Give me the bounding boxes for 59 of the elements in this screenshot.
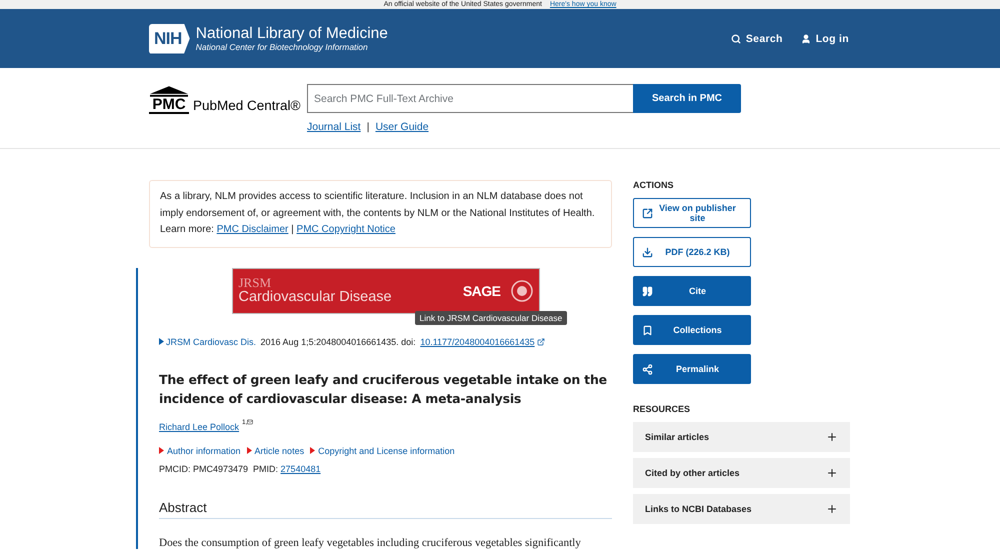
quote-icon bbox=[642, 286, 653, 296]
login-link[interactable]: Log in bbox=[800, 32, 849, 44]
action-button[interactable]: Collections bbox=[633, 315, 751, 345]
pmc-logo[interactable]: PMC bbox=[149, 86, 189, 114]
action-button[interactable]: Permalink bbox=[633, 354, 751, 384]
copyright-notice-link[interactable]: PMC Copyright Notice bbox=[296, 224, 396, 235]
citation-text: JRSM Cardiovasc Dis. 2016 Aug 1;5:2048004016661435. doi: 10.1177/2048004016661435 bbox=[159, 336, 612, 348]
resources-heading: RESOURCES bbox=[633, 404, 692, 414]
site-title: National Library of Medicine bbox=[196, 24, 388, 42]
link-separator: | bbox=[366, 121, 370, 133]
author-link[interactable]: Richard Lee Pollock bbox=[159, 422, 240, 432]
disclaimer-text: As a library, NLM provides access to scientific literature. Inclusion in an NLM database does not imply endorsement of, or agreement with, the contents by NLM or the National Institutes of Health. bbox=[160, 190, 596, 220]
download-icon bbox=[642, 246, 653, 258]
external-link-icon bbox=[642, 208, 653, 218]
doi-link[interactable]: 10.1177/2048004016661435 bbox=[420, 336, 535, 348]
section-toggle[interactable]: Article notes bbox=[246, 446, 304, 456]
search-link[interactable]: Search bbox=[730, 32, 783, 44]
disclaimer-link[interactable]: PMC Disclaimer bbox=[216, 224, 288, 235]
journal-list-link[interactable]: Journal List bbox=[307, 121, 361, 133]
journal-banner[interactable]: JRSM Cardiovascular Disease SAGE bbox=[232, 268, 540, 314]
action-button[interactable]: PDF (226.2 KB) bbox=[633, 237, 751, 267]
article-ids: PMCID: PMC4973479 PMID: 27540481 bbox=[159, 464, 322, 474]
journal-abbreviation: JRSM bbox=[238, 276, 272, 288]
external-link-icon bbox=[536, 338, 545, 346]
caret-icon bbox=[246, 447, 252, 454]
user-icon bbox=[800, 34, 811, 44]
society-emblem-icon bbox=[510, 280, 532, 302]
publisher-logo: SAGE bbox=[462, 282, 500, 298]
bookmark-icon bbox=[642, 324, 653, 336]
section-toggle[interactable]: Author information bbox=[159, 446, 241, 456]
article-title: The effect of green leafy and cruciferous vegetable intake on the incidence of cardiovascular disease: A meta-analysis bbox=[159, 370, 608, 408]
expand-icon bbox=[826, 431, 838, 443]
resource-accordion[interactable]: Similar articles bbox=[633, 422, 850, 452]
journal-link[interactable]: JRSM Cardiovasc Dis. bbox=[166, 336, 256, 348]
pmid-link[interactable]: 27540481 bbox=[280, 464, 321, 474]
nih-logo[interactable]: NIH bbox=[149, 24, 190, 54]
share-icon bbox=[642, 364, 653, 374]
expand-icon bbox=[826, 467, 838, 479]
abstract-text: Does the consumption of green leafy vegetables including cruciferous vegetables significantly bbox=[159, 536, 582, 548]
expand-icon bbox=[826, 503, 838, 515]
action-button[interactable]: View on publisher site bbox=[633, 198, 751, 228]
learn-more-text: Learn more: PMC Disclaimer | PMC Copyright Notice bbox=[160, 223, 396, 237]
resource-accordion[interactable]: Cited by other articles bbox=[633, 458, 850, 488]
caret-icon bbox=[310, 447, 316, 454]
resource-accordion[interactable]: Links to NCBI Databases bbox=[633, 494, 850, 524]
caret-icon bbox=[159, 338, 164, 345]
site-subtitle: National Center for Biotechnology Information bbox=[196, 42, 369, 52]
tooltip: Link to JRSM Cardiovascular Disease bbox=[414, 310, 568, 324]
user-guide-link[interactable]: User Guide bbox=[375, 121, 429, 133]
caret-icon bbox=[159, 447, 164, 454]
action-button[interactable]: Cite bbox=[633, 276, 751, 306]
search-icon bbox=[730, 34, 741, 44]
abstract-heading: Abstract bbox=[159, 500, 612, 518]
search-button[interactable]: Search in PMC bbox=[633, 84, 741, 113]
search-field[interactable]: Search PMC Full-Text Archive bbox=[307, 84, 633, 113]
actions-heading: ACTIONS bbox=[633, 180, 674, 190]
journal-name: Cardiovascular Disease bbox=[238, 288, 392, 306]
section-toggle[interactable]: Copyright and License information bbox=[310, 446, 455, 456]
pmc-logo-text: PubMed Central® bbox=[193, 97, 300, 114]
